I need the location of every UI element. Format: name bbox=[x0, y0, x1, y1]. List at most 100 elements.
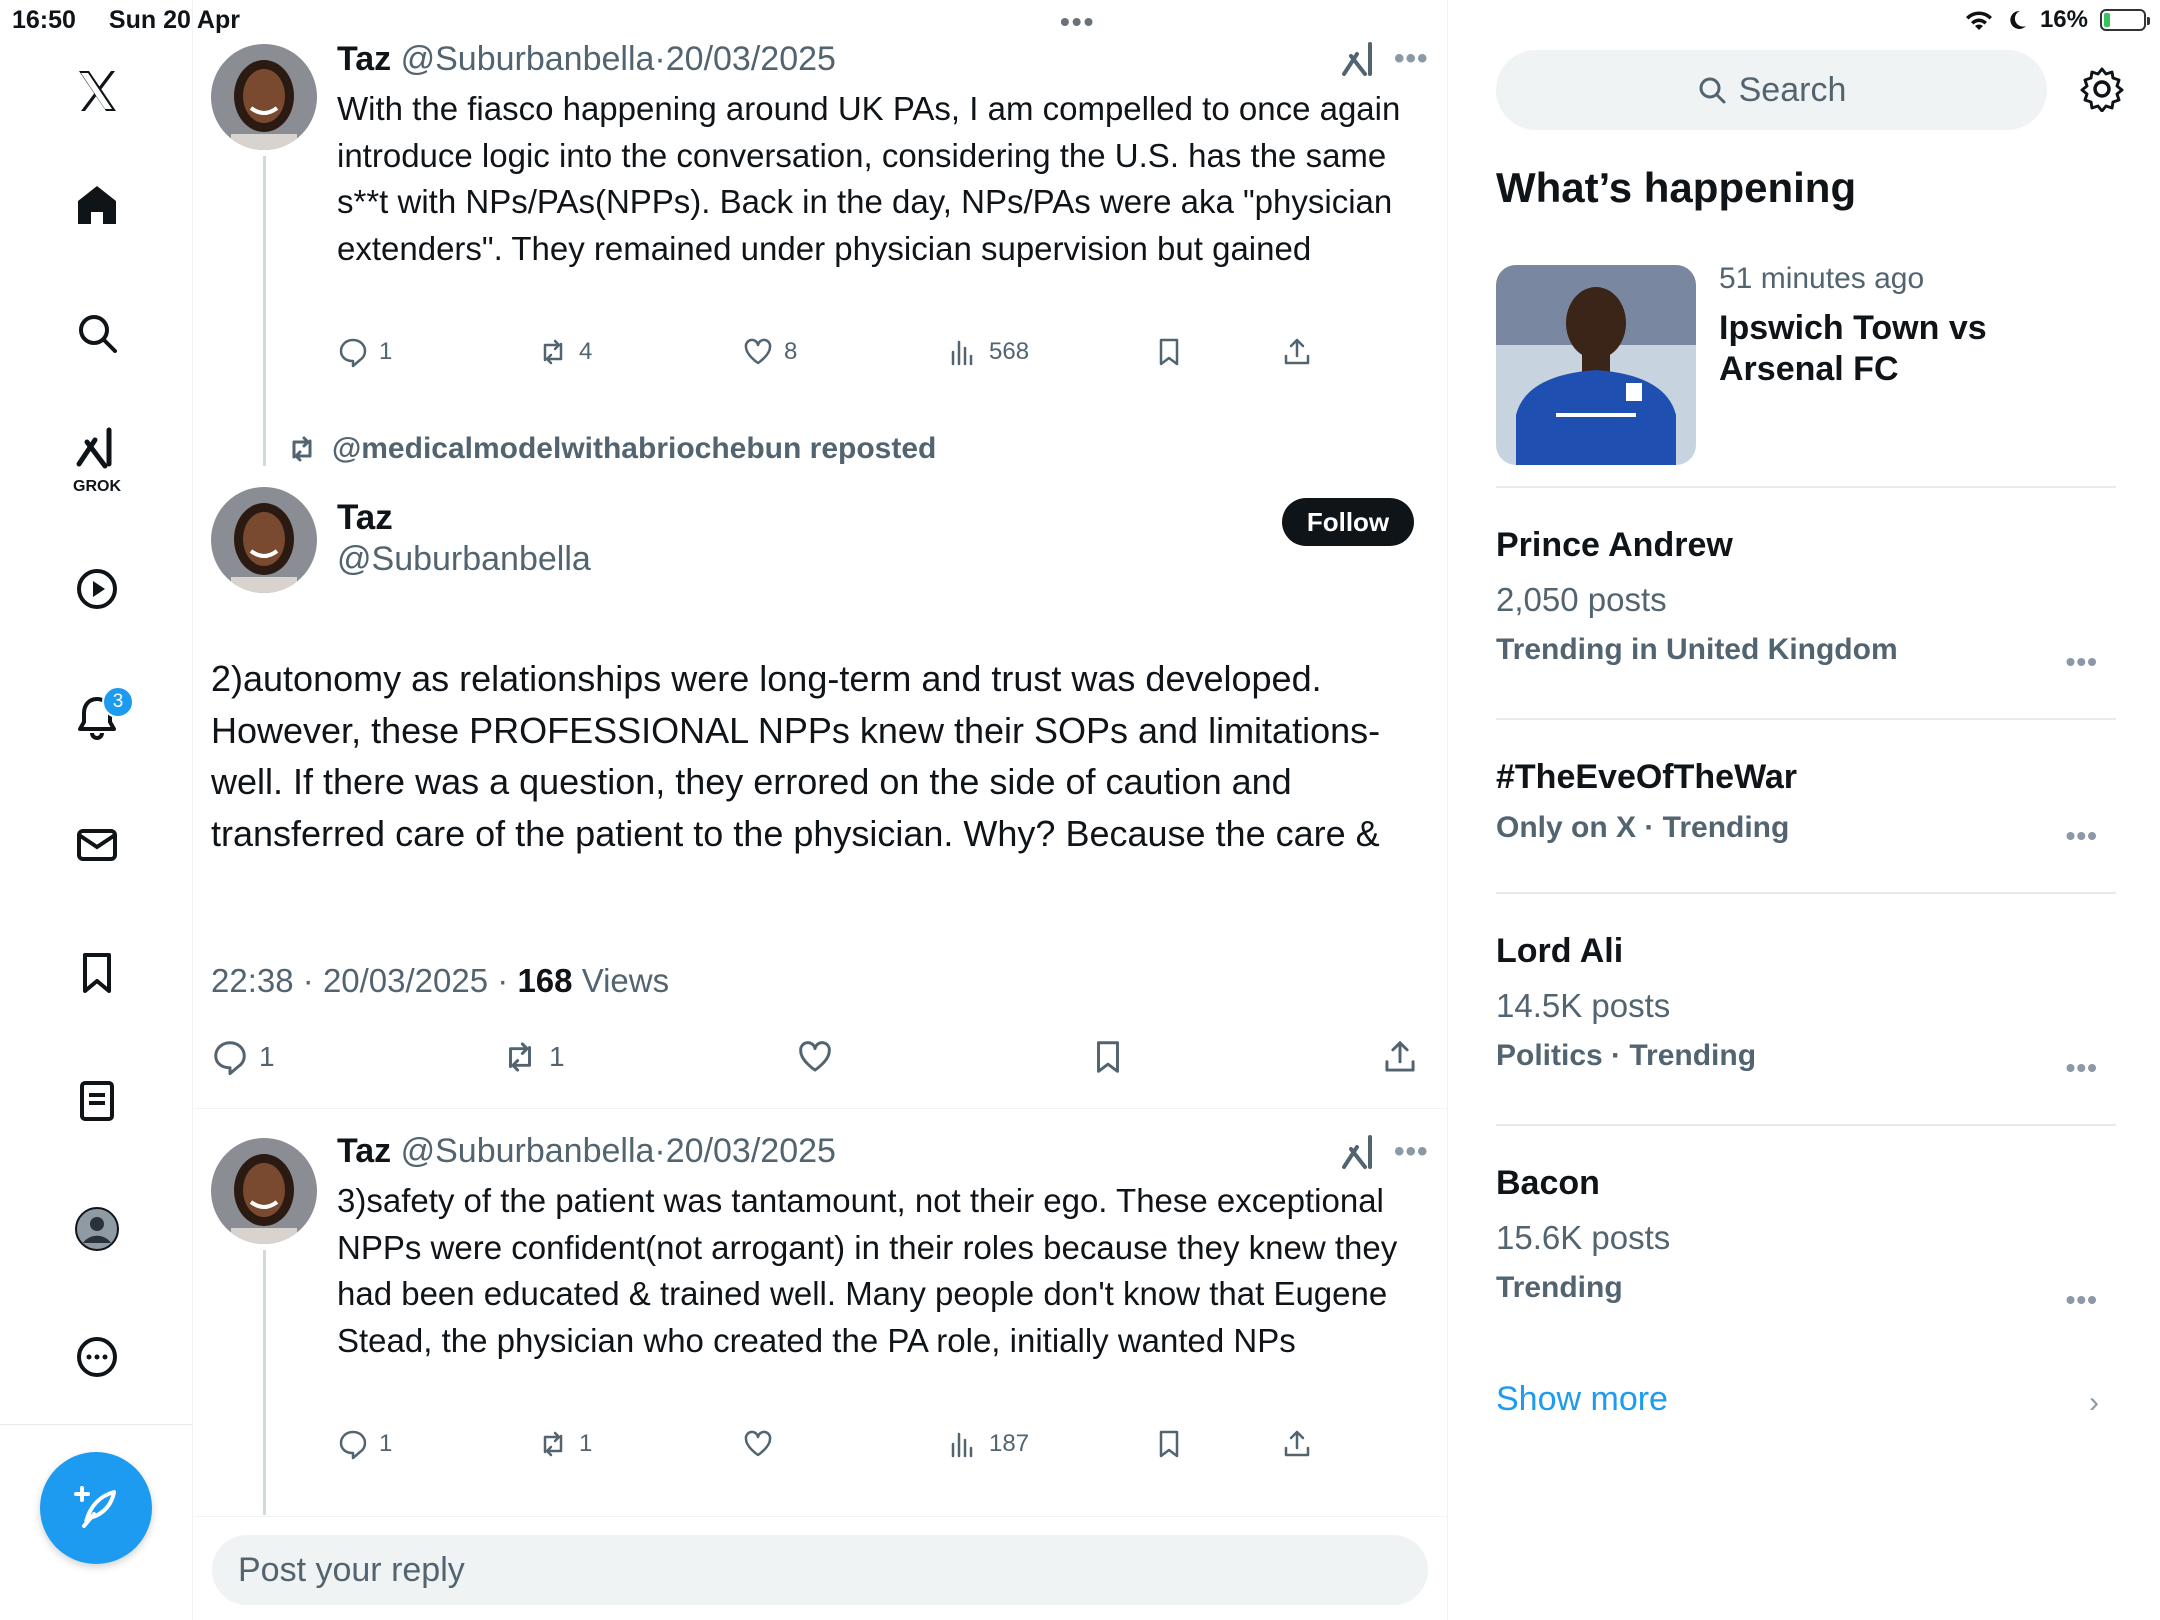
more-options-icon[interactable]: ••• bbox=[1394, 1135, 1429, 1169]
share-button[interactable] bbox=[1281, 336, 1313, 368]
right-sidebar: Search What’s happening 51 minutes ago I… bbox=[1449, 0, 2160, 1620]
repost-button[interactable]: 4 bbox=[537, 336, 592, 368]
show-more-link[interactable]: Show more bbox=[1496, 1380, 1668, 1419]
views-button[interactable]: 568 bbox=[947, 336, 1029, 368]
search-input[interactable]: Search bbox=[1496, 50, 2047, 130]
trend-context: Trending bbox=[1496, 1271, 1623, 1304]
compose-button[interactable] bbox=[40, 1452, 152, 1564]
tweet-date[interactable]: 20/03/2025 bbox=[666, 1132, 836, 1170]
reply-button[interactable]: 1 bbox=[211, 1038, 275, 1076]
tweet-handle[interactable]: @Suburbanbella bbox=[337, 540, 591, 579]
tweet-author-name[interactable]: Taz bbox=[337, 1132, 391, 1170]
list-icon[interactable] bbox=[60, 1064, 134, 1138]
trend-item[interactable]: Prince Andrew 2,050 posts Trending in Un… bbox=[1496, 526, 2116, 677]
repost-button[interactable]: 1 bbox=[501, 1038, 565, 1076]
trend-thumbnail[interactable] bbox=[1496, 265, 1696, 465]
divider bbox=[1496, 718, 2116, 720]
trend-name: #TheEveOfTheWar bbox=[1496, 758, 1798, 796]
repost-label: @medicalmodelwithabriochebun reposted bbox=[332, 432, 937, 465]
tweet-text: 2)autonomy as relationships were long-te… bbox=[211, 658, 1381, 854]
share-button[interactable] bbox=[1281, 1428, 1313, 1460]
divider bbox=[1496, 486, 2116, 488]
share-icon bbox=[1284, 338, 1310, 365]
like-button[interactable] bbox=[796, 1038, 834, 1076]
share-icon bbox=[1385, 1041, 1415, 1072]
follow-button[interactable]: Follow bbox=[1282, 498, 1414, 546]
more-icon[interactable] bbox=[60, 1320, 134, 1394]
bookmark-icon bbox=[1159, 1430, 1179, 1458]
tweet-date[interactable]: 20/03/2025 bbox=[323, 962, 488, 999]
reply-input[interactable]: Post your reply bbox=[212, 1535, 1428, 1605]
repost-count: 1 bbox=[549, 1041, 565, 1072]
views-count: 568 bbox=[989, 338, 1030, 365]
section-title: What’s happening bbox=[1496, 164, 1857, 211]
trend-item[interactable]: Lord Ali 14.5K posts Politics · Trending… bbox=[1496, 932, 2116, 1083]
tweet-time[interactable]: 22:38 bbox=[211, 962, 294, 999]
meta-sep: · bbox=[302, 962, 314, 999]
bookmark-button[interactable] bbox=[1153, 1428, 1185, 1460]
grok-icon[interactable]: GROK bbox=[60, 420, 134, 495]
repost-button[interactable]: 1 bbox=[537, 1428, 592, 1460]
video-icon[interactable] bbox=[60, 552, 134, 626]
settings-icon[interactable] bbox=[2079, 66, 2125, 112]
thread-line bbox=[263, 156, 266, 466]
trend-posts: 2,050 posts bbox=[1496, 581, 1667, 618]
tweet-author-name[interactable]: Taz bbox=[337, 40, 391, 78]
notifications-button[interactable]: 3 bbox=[60, 680, 134, 754]
bookmark-button[interactable] bbox=[1153, 336, 1185, 368]
more-options-icon[interactable]: ••• bbox=[1394, 42, 1429, 76]
mail-icon[interactable] bbox=[60, 808, 134, 882]
search-placeholder: Search bbox=[1738, 70, 1847, 109]
like-icon bbox=[744, 338, 772, 365]
search-icon[interactable] bbox=[60, 296, 134, 370]
grok-icon[interactable] bbox=[1340, 1133, 1380, 1173]
repost-icon bbox=[543, 1431, 563, 1457]
views-icon bbox=[951, 1432, 973, 1458]
reply-button[interactable]: 1 bbox=[337, 1428, 392, 1460]
avatar[interactable] bbox=[211, 487, 317, 593]
more-options-icon[interactable]: ••• bbox=[2066, 1052, 2098, 1084]
tweet-actions: 1 4 8 568 bbox=[337, 336, 1337, 376]
x-logo-icon[interactable] bbox=[60, 54, 134, 128]
like-button[interactable] bbox=[742, 1428, 784, 1460]
profile-icon[interactable] bbox=[60, 1192, 134, 1266]
views-count: 168 bbox=[517, 962, 573, 999]
meta-sep: · bbox=[497, 962, 509, 999]
tweet-handle[interactable]: @Suburbanbella bbox=[401, 40, 655, 78]
tweet-actions: 1 1 bbox=[211, 1038, 1431, 1078]
like-button[interactable]: 8 bbox=[742, 336, 797, 368]
chevron-right-icon[interactable]: › bbox=[2089, 1386, 2099, 1420]
share-button[interactable] bbox=[1381, 1038, 1419, 1076]
avatar[interactable] bbox=[211, 44, 317, 150]
trend-name: Prince Andrew bbox=[1496, 526, 1733, 564]
trend-item[interactable]: #TheEveOfTheWar Only on X · Trending ••• bbox=[1496, 758, 2116, 851]
repost-count: 4 bbox=[579, 338, 593, 365]
home-icon[interactable] bbox=[60, 168, 134, 242]
search-icon bbox=[1699, 77, 1726, 104]
tweet-handle[interactable]: @Suburbanbella bbox=[401, 1132, 655, 1170]
bookmark-icon[interactable] bbox=[60, 936, 134, 1010]
repost-indicator[interactable]: @medicalmodelwithabriochebun reposted bbox=[286, 432, 936, 466]
trend-item[interactable]: Bacon 15.6K posts Trending ••• bbox=[1496, 1164, 2116, 1315]
more-options-icon[interactable]: ••• bbox=[2066, 1284, 2098, 1316]
divider bbox=[1496, 892, 2116, 894]
avatar[interactable] bbox=[211, 1138, 317, 1244]
tweet-date[interactable]: 20/03/2025 bbox=[666, 40, 836, 78]
tweet-author-name[interactable]: Taz bbox=[337, 498, 393, 538]
views-button[interactable]: 187 bbox=[947, 1428, 1029, 1460]
reply-button[interactable]: 1 bbox=[337, 336, 392, 368]
trend-headline[interactable]: Ipswich Town vs Arsenal FC bbox=[1719, 308, 2079, 390]
bookmark-button[interactable] bbox=[1089, 1038, 1127, 1076]
repost-icon bbox=[292, 436, 312, 462]
more-options-icon[interactable]: ••• bbox=[2066, 820, 2098, 852]
repost-count: 1 bbox=[579, 1430, 593, 1457]
tweet-date-sep: · bbox=[654, 40, 666, 78]
more-options-icon[interactable]: ••• bbox=[2066, 646, 2098, 678]
views-icon bbox=[951, 340, 973, 366]
bookmark-icon bbox=[1159, 338, 1179, 366]
reply-icon bbox=[339, 1430, 367, 1460]
grok-icon[interactable] bbox=[1340, 40, 1380, 80]
tweet-text: With the fiasco happening around UK PAs,… bbox=[337, 90, 1401, 267]
tweet-meta: 22:38 · 20/03/2025 · 168 Views bbox=[211, 962, 669, 1000]
tweet-text: 3)safety of the patient was tantamount, … bbox=[337, 1182, 1398, 1359]
